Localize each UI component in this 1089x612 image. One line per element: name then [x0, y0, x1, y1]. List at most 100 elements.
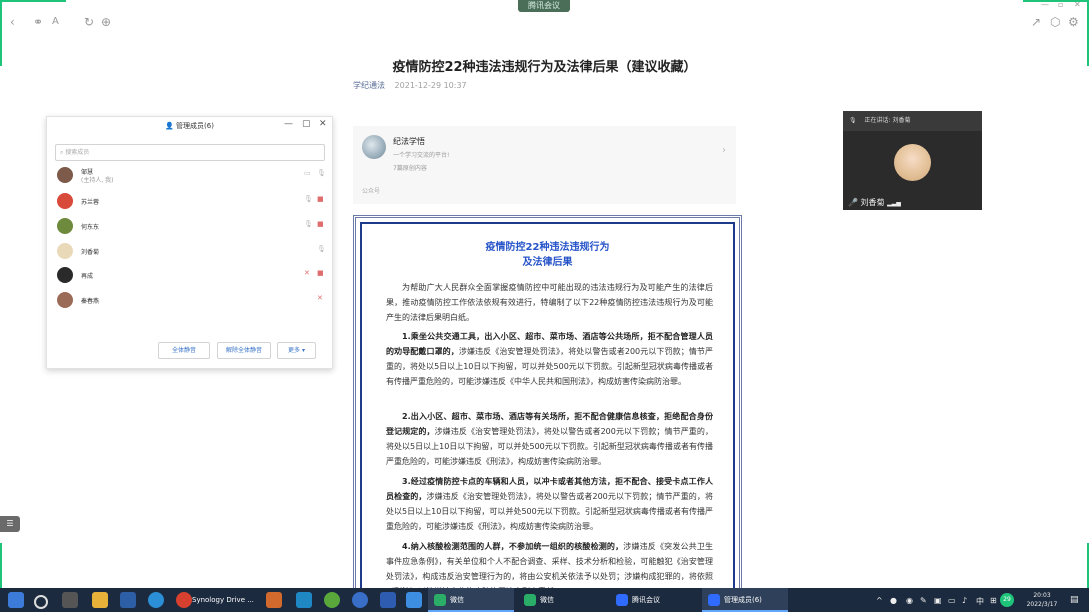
maximize-icon[interactable]: ▢ — [302, 119, 311, 129]
screen-share-icon[interactable]: ▭ — [304, 169, 311, 177]
mic-muted-icon[interactable]: ✕ — [304, 269, 310, 277]
search-icon[interactable] — [34, 595, 48, 609]
member-row[interactable]: 邹慧 (主持人, 我) ▭ 🎙 — [57, 166, 326, 184]
taskbar-app-synology[interactable]: Synology Drive ... — [192, 588, 254, 612]
unmute-all-button[interactable]: 解除全体静音 — [217, 342, 271, 359]
notice-item-body: 涉嫌违反《治安管理处罚法》，将处以警告或者200元以下罚款；情节严重的，将处以5… — [386, 427, 713, 466]
network-icon[interactable]: ▭ — [948, 596, 956, 605]
menu-toggle-icon[interactable]: ☰ — [0, 516, 20, 532]
notifications-icon[interactable]: ▤ — [1070, 595, 1079, 605]
camera-off-icon[interactable]: ■ — [317, 269, 324, 277]
member-name: 何东东 — [81, 224, 100, 231]
start-icon[interactable] — [8, 592, 24, 608]
ime-icon[interactable]: 中 — [976, 596, 984, 607]
file-explorer-icon[interactable] — [92, 592, 108, 608]
app-icon[interactable] — [406, 592, 422, 608]
account-link[interactable]: 学纪通法 — [353, 81, 385, 90]
camera-off-icon[interactable]: ■ — [317, 220, 324, 228]
account-card[interactable]: 纪法学悟 一个学习交流的平台! 7篇原创内容 › 公众号 — [353, 126, 736, 204]
taskbar-app-label: 微信 — [450, 596, 464, 604]
participant-avatar — [894, 144, 931, 181]
mic-muted-icon[interactable]: ✕ — [317, 294, 323, 302]
notice-item-heading: 4.纳入核酸检测范围的人群，不参加统一组织的核酸检测的， — [402, 542, 624, 551]
mic-icon[interactable]: 🎙 — [304, 195, 313, 203]
article-title: 疫情防控22种违法违规行为及法律后果（建议收藏） — [392, 60, 697, 75]
edge-icon[interactable] — [148, 592, 164, 608]
app-icon[interactable] — [352, 592, 368, 608]
signal-icon: ▂▃▅ — [887, 200, 901, 207]
member-row[interactable]: 何东东 🎙 ■ — [57, 217, 324, 235]
share-icon[interactable]: ↗ — [1031, 14, 1041, 30]
word-icon[interactable] — [380, 592, 396, 608]
taskbar-app-label: 腾讯会议 — [632, 596, 660, 604]
tray-icon[interactable]: ● — [890, 596, 897, 605]
minimize-icon[interactable]: — — [1041, 1, 1049, 9]
tray-icon[interactable]: ◉ — [906, 596, 913, 605]
settings-icon[interactable]: ⚙ — [1068, 14, 1079, 30]
mic-icon[interactable]: 🎙 — [317, 245, 326, 253]
app-icon[interactable] — [266, 592, 282, 608]
back-icon[interactable]: ‹ — [10, 14, 15, 30]
member-row[interactable]: 苏兰蓉 🎙 ■ — [57, 192, 324, 210]
tray-icon[interactable]: ✎ — [920, 596, 927, 605]
person-icon: 👤 — [165, 122, 174, 130]
taskbar-app-wechat[interactable]: 微信 — [428, 588, 514, 612]
notice-item-body: 涉嫌违反《治安管理处罚法》，将处以警告或者200元以下罚款；情节严重的，将处以5… — [386, 492, 713, 531]
share-border — [1023, 0, 1089, 2]
task-view-icon[interactable] — [62, 592, 78, 608]
app-icon[interactable] — [324, 592, 340, 608]
notification-badge[interactable]: 29 — [1000, 593, 1014, 607]
app-icon[interactable] — [296, 592, 312, 608]
share-border — [0, 543, 2, 588]
member-panel: 👤 管理成员(6) — ▢ ✕ ⌕ 搜索成员 邹慧 (主持人, 我) ▭ 🎙 苏… — [46, 116, 333, 369]
tray-icon[interactable]: ▣ — [934, 596, 942, 605]
account-name: 纪法学悟 — [393, 137, 425, 146]
globe-icon[interactable]: ⊕ — [101, 14, 111, 30]
member-row[interactable]: 再成 ✕ ■ — [57, 266, 324, 284]
link-icon[interactable]: ⚭ — [33, 14, 43, 30]
taskbar-app-wechat[interactable]: 微信 — [518, 588, 604, 612]
member-name: 秦春燕 — [81, 298, 100, 305]
cube-icon[interactable]: ⬡ — [1050, 14, 1060, 30]
taskbar-app-manage-members[interactable]: 管理成员(6) — [702, 588, 788, 612]
account-label: 公众号 — [362, 188, 381, 195]
avatar — [57, 167, 73, 183]
more-button[interactable]: 更多 ▾ — [277, 342, 316, 359]
clock[interactable]: 20:03 2022/3/17 — [1022, 591, 1062, 609]
minimize-icon[interactable]: — — [284, 119, 293, 129]
video-window[interactable]: 🎙 正在讲话: 刘香菊 🎤 刘香菊 ▂▃▅ — [843, 111, 982, 210]
member-name: 再成 — [81, 273, 94, 280]
taskbar-app-tencent-meeting[interactable]: 腾讯会议 — [610, 588, 696, 612]
mute-all-button[interactable]: 全体静音 — [158, 342, 210, 359]
taskbar-app-label: 微信 — [540, 596, 554, 604]
volume-icon[interactable]: ♪ — [962, 596, 967, 605]
member-row[interactable]: 刘香菊 🎙 — [57, 242, 326, 260]
account-avatar — [362, 135, 386, 159]
chrome-icon[interactable] — [176, 592, 192, 608]
notice-title-line: 疫情防控22种违法违规行为 — [485, 242, 610, 253]
article-date: 2021-12-29 10:37 — [394, 81, 467, 90]
search-input[interactable]: ⌕ 搜索成员 — [55, 144, 325, 161]
mic-icon[interactable]: 🎙 — [317, 169, 326, 177]
tray-up-icon[interactable]: ^ — [876, 596, 883, 605]
font-size-icon[interactable]: A — [52, 14, 59, 30]
article-meta: 学纪通法 2021-12-29 10:37 — [353, 80, 467, 91]
member-role: (主持人, 我) — [81, 177, 114, 184]
notice-item-1: 1.乘坐公共交通工具，出入小区、超市、菜市场、酒店等公共场所，拒不配合管理人员的… — [386, 329, 713, 389]
tencent-meeting-icon — [708, 594, 720, 606]
close-icon[interactable]: ✕ — [1074, 1, 1081, 9]
avatar — [57, 292, 73, 308]
close-icon[interactable]: ✕ — [319, 119, 327, 129]
wechat-icon — [524, 594, 536, 606]
refresh-icon[interactable]: ↻ — [84, 14, 94, 30]
notice-item-3: 3.经过疫情防控卡点的车辆和人员，以冲卡或者其他方法，拒不配合、接受卡点工作人员… — [386, 474, 713, 534]
mic-icon[interactable]: 🎙 — [304, 220, 313, 228]
camera-off-icon[interactable]: ■ — [317, 195, 324, 203]
maximize-icon[interactable]: ▫ — [1058, 1, 1063, 9]
mic-icon: 🎤 — [848, 198, 858, 207]
wechat-icon — [434, 594, 446, 606]
account-desc: 一个学习交流的平台! — [393, 152, 450, 159]
tray-icon[interactable]: ⊞ — [990, 596, 997, 605]
member-row[interactable]: 秦春燕 ✕ — [57, 291, 323, 309]
photoshop-icon[interactable] — [120, 592, 136, 608]
